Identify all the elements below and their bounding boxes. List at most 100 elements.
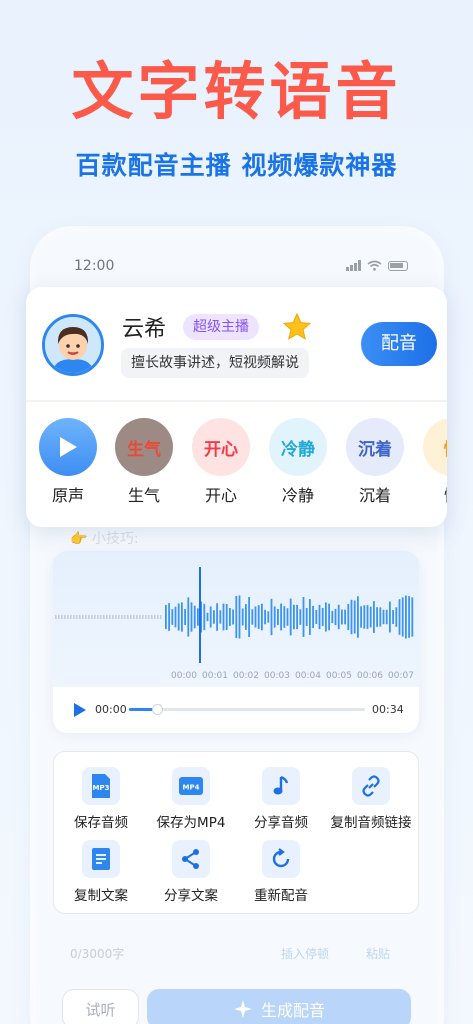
emotion-angry[interactable]: 生气 生气: [114, 418, 174, 506]
wave-bar: [245, 604, 247, 630]
save-audio-button[interactable]: MP3 保存音频: [56, 767, 146, 831]
wave-bar: [235, 595, 238, 639]
wave-bar: [145, 615, 147, 619]
wave-bar: [360, 606, 362, 628]
wave-bar: [64, 615, 66, 619]
action-panel: MP3 保存音频 MP4 保存为MP4 分享音频 复制音频链接 复制文案 分享文…: [53, 751, 419, 914]
wave-bar: [389, 601, 391, 633]
wave-bar: [222, 603, 225, 631]
action-label: 分享文案: [164, 888, 218, 904]
copy-text-button[interactable]: 复制文案: [56, 840, 146, 904]
wave-bar: [385, 609, 388, 625]
voice-card: 云希 超级主播 擅长故事讲述，短视频解说 配音 原声 生气 生气 开心 开心 冷…: [26, 287, 447, 527]
emotion-composed[interactable]: 沉着 沉着: [345, 418, 405, 506]
emotion-tag-text: 冷静: [281, 439, 315, 460]
timeline-label: 00:05: [326, 671, 352, 681]
timeline-label: 00:06: [357, 671, 383, 681]
wave-bar: [61, 615, 63, 619]
wave-bar: [184, 609, 186, 625]
wave-bar: [190, 602, 193, 632]
timeline-label: 00:07: [388, 671, 414, 681]
copy-audio-link-button[interactable]: 复制音频链接: [326, 767, 416, 831]
voice-description: 擅长故事讲述，短视频解说: [121, 348, 309, 378]
wave-bar: [127, 615, 129, 619]
insert-pause-button[interactable]: 插入停顿: [281, 945, 329, 962]
star-icon[interactable]: [283, 313, 311, 340]
action-label: 重新配音: [254, 888, 308, 904]
wave-bar: [341, 609, 343, 625]
waveform-area[interactable]: [53, 551, 419, 687]
wave-bar: [118, 615, 120, 619]
wave-bar: [100, 615, 102, 619]
wave-bar: [309, 599, 311, 635]
paste-button[interactable]: 粘贴: [366, 945, 390, 962]
emotion-happy[interactable]: 开心 开心: [191, 418, 251, 506]
wave-bar: [270, 598, 273, 636]
wave-bar: [405, 595, 407, 639]
timeline-label: 00:03: [264, 671, 290, 681]
wave-bar: [257, 605, 260, 629]
emotion-list: 原声 生气 生气 开心 开心 冷静 冷静 沉着 沉着: [38, 418, 447, 518]
save-mp4-button[interactable]: MP4 保存为MP4: [146, 767, 236, 831]
wave-bar: [121, 615, 123, 619]
wave-bar: [193, 605, 196, 629]
wave-bar: [337, 604, 340, 630]
wave-bar: [248, 597, 250, 637]
emotion-tag-text: 愉: [444, 435, 448, 460]
avatar[interactable]: [42, 314, 104, 376]
wave-bar: [357, 596, 359, 638]
wave-bar: [109, 615, 111, 619]
emotion-calm[interactable]: 冷静 冷静: [268, 418, 328, 506]
emotion-joyful[interactable]: 愉 愉: [422, 418, 447, 506]
play-icon[interactable]: [73, 702, 87, 718]
wave-bar: [124, 615, 126, 619]
wave-bar: [350, 599, 353, 635]
emotion-original[interactable]: 原声: [38, 418, 98, 506]
wave-bar: [328, 603, 330, 631]
dub-button[interactable]: 配音: [361, 322, 437, 366]
progress-knob[interactable]: [152, 704, 164, 715]
wave-bar: [177, 603, 180, 631]
wave-bar: [293, 604, 295, 630]
emotion-tag-text: 开心: [204, 439, 238, 460]
wave-bar: [151, 615, 153, 619]
wave-bar: [411, 597, 414, 637]
wave-bar: [94, 615, 96, 619]
char-count: 0/3000字: [70, 947, 125, 961]
action-label: 分享音频: [254, 815, 308, 831]
share-text-button[interactable]: 分享文案: [146, 840, 236, 904]
wave-bar: [353, 600, 356, 634]
wave-bar: [97, 615, 99, 619]
play-icon: [39, 418, 97, 476]
timeline-label: 00:00: [171, 671, 197, 681]
wave-bar: [67, 615, 69, 619]
wave-bar: [312, 605, 314, 629]
wave-bar: [79, 615, 81, 619]
wave-bar: [273, 606, 276, 628]
emotion-label: 原声: [51, 486, 84, 505]
wave-bar: [280, 603, 282, 631]
share-audio-button[interactable]: 分享音频: [236, 767, 326, 831]
hero-title: 文字转语音: [71, 55, 402, 128]
wave-bar: [142, 615, 144, 619]
trial-listen-button[interactable]: 试听: [62, 989, 139, 1024]
redub-button[interactable]: 重新配音: [236, 840, 326, 904]
wave-bar: [160, 615, 162, 619]
progress-slider[interactable]: [129, 704, 365, 715]
status-time: 12:00: [74, 258, 115, 274]
wave-bar: [376, 607, 378, 627]
wave-bar: [219, 610, 222, 624]
generate-button[interactable]: 生成配音: [147, 989, 411, 1024]
wave-bar: [299, 609, 302, 625]
wave-bar: [334, 608, 337, 626]
wave-bar: [91, 615, 93, 619]
wave-bar: [139, 615, 141, 619]
wave-bar: [157, 615, 159, 619]
wave-bar: [408, 596, 410, 638]
music-note-icon: [262, 767, 300, 805]
wave-bar: [174, 606, 177, 628]
action-label: 保存为MP4: [156, 815, 226, 831]
wave-bar: [331, 610, 334, 624]
wave-bar: [136, 615, 138, 619]
wave-bar: [283, 606, 286, 628]
